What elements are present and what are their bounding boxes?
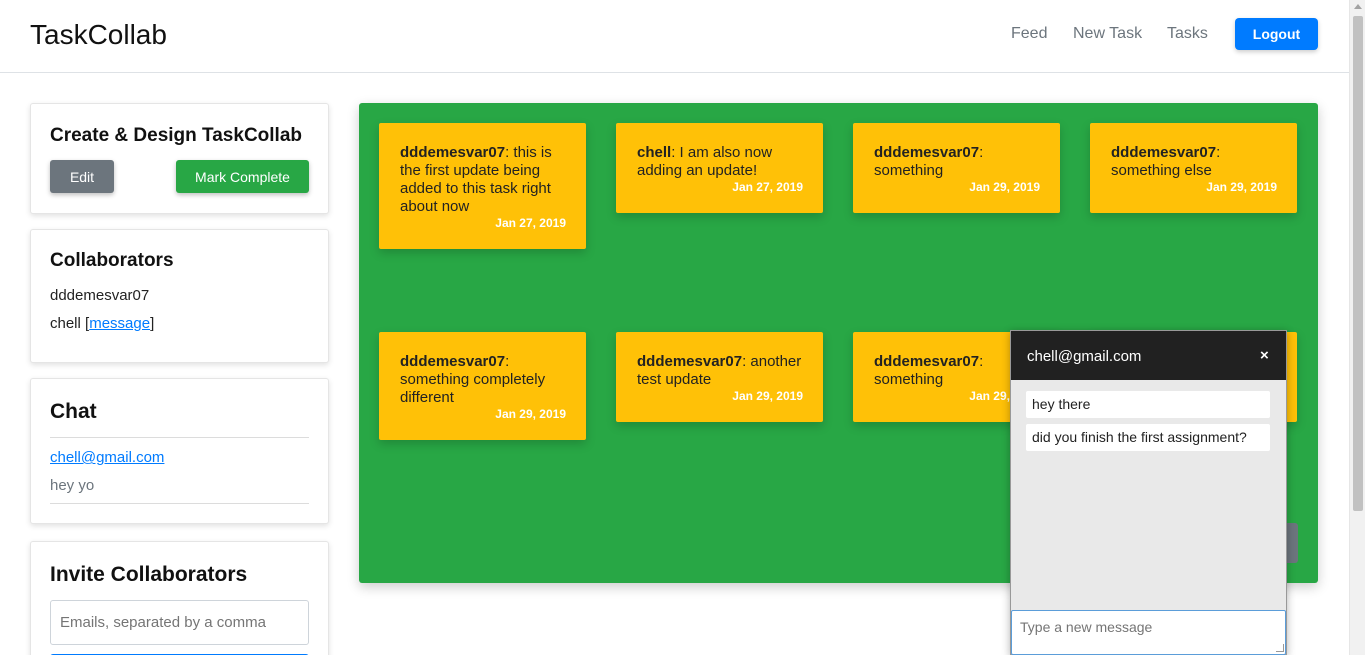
update-author: dddemesvar07 [874, 144, 980, 161]
message-link[interactable]: message [89, 315, 150, 332]
brand-logo[interactable]: TaskCollab [30, 19, 167, 51]
update-note: chell: I am also now adding an update! J… [616, 123, 823, 213]
scroll-thumb[interactable] [1353, 16, 1363, 511]
update-date: Jan 27, 2019 [732, 180, 803, 194]
navbar: TaskCollab Feed New Task Tasks Logout [0, 0, 1349, 73]
update-date: Jan 27, 2019 [495, 216, 566, 230]
chat-message: hey there [1026, 391, 1270, 418]
task-title: Create & Design TaskCollab [50, 125, 303, 146]
update-note: dddemesvar07: something Jan 29, 2019 [853, 123, 1060, 213]
update-date: Jan 29, 2019 [732, 389, 803, 403]
task-card: Create & Design TaskCollab Edit Mark Com… [30, 103, 329, 214]
update-note: dddemesvar07: another test update Jan 29… [616, 332, 823, 422]
update-author: dddemesvar07 [874, 353, 980, 370]
chat-popup: chell@gmail.com × hey there did you fini… [1010, 330, 1287, 655]
update-date: Jan 29, 2019 [969, 180, 1040, 194]
page-scrollbar[interactable] [1349, 0, 1365, 655]
collaborators-title: Collaborators [50, 250, 174, 271]
chat-preview: hey yo [50, 477, 95, 494]
invite-title: Invite Collaborators [50, 563, 248, 586]
update-author: dddemesvar07 [1111, 144, 1217, 161]
chat-popup-header: chell@gmail.com × [1011, 331, 1286, 380]
update-note: dddemesvar07: something else Jan 29, 201… [1090, 123, 1297, 213]
nav-tasks[interactable]: Tasks [1167, 25, 1208, 43]
chat-message-input[interactable] [1011, 610, 1286, 655]
close-icon[interactable]: × [1260, 347, 1269, 364]
chat-conversation-link[interactable]: chell@gmail.com [50, 449, 164, 466]
chat-title: Chat [50, 400, 97, 423]
update-date: Jan 29, 2019 [1206, 180, 1277, 194]
collaborator-name: chell [50, 315, 86, 332]
nav-feed[interactable]: Feed [1011, 25, 1047, 43]
collaborator-item: dddemesvar07 [50, 287, 150, 304]
invite-email-input[interactable] [50, 600, 309, 645]
update-note: dddemesvar07: this is the first update b… [379, 123, 586, 249]
update-author: chell [637, 144, 672, 161]
update-date: Jan 29, 2019 [495, 407, 566, 421]
update-author: dddemesvar07 [400, 353, 506, 370]
update-author: dddemesvar07 [637, 353, 743, 370]
chat-card: Chat chell@gmail.com hey yo [30, 378, 329, 524]
chat-popup-title: chell@gmail.com [1027, 348, 1142, 365]
bracket: ] [150, 315, 155, 332]
logout-button[interactable]: Logout [1235, 18, 1318, 50]
nav-new-task[interactable]: New Task [1073, 25, 1142, 43]
scroll-up-arrow-icon[interactable] [1354, 4, 1362, 9]
invite-card: Invite Collaborators [30, 541, 329, 655]
edit-button[interactable]: Edit [50, 160, 114, 193]
divider [50, 503, 309, 504]
update-note: dddemesvar07: something completely diffe… [379, 332, 586, 440]
resize-grip-icon[interactable] [1276, 644, 1284, 652]
update-author: dddemesvar07 [400, 144, 506, 161]
collaborator-item: chell [message] [50, 315, 154, 332]
collaborators-card: Collaborators dddemesvar07 chell [messag… [30, 229, 329, 363]
chat-message: did you finish the first assignment? [1026, 424, 1270, 451]
divider [50, 437, 309, 438]
mark-complete-button[interactable]: Mark Complete [176, 160, 309, 193]
